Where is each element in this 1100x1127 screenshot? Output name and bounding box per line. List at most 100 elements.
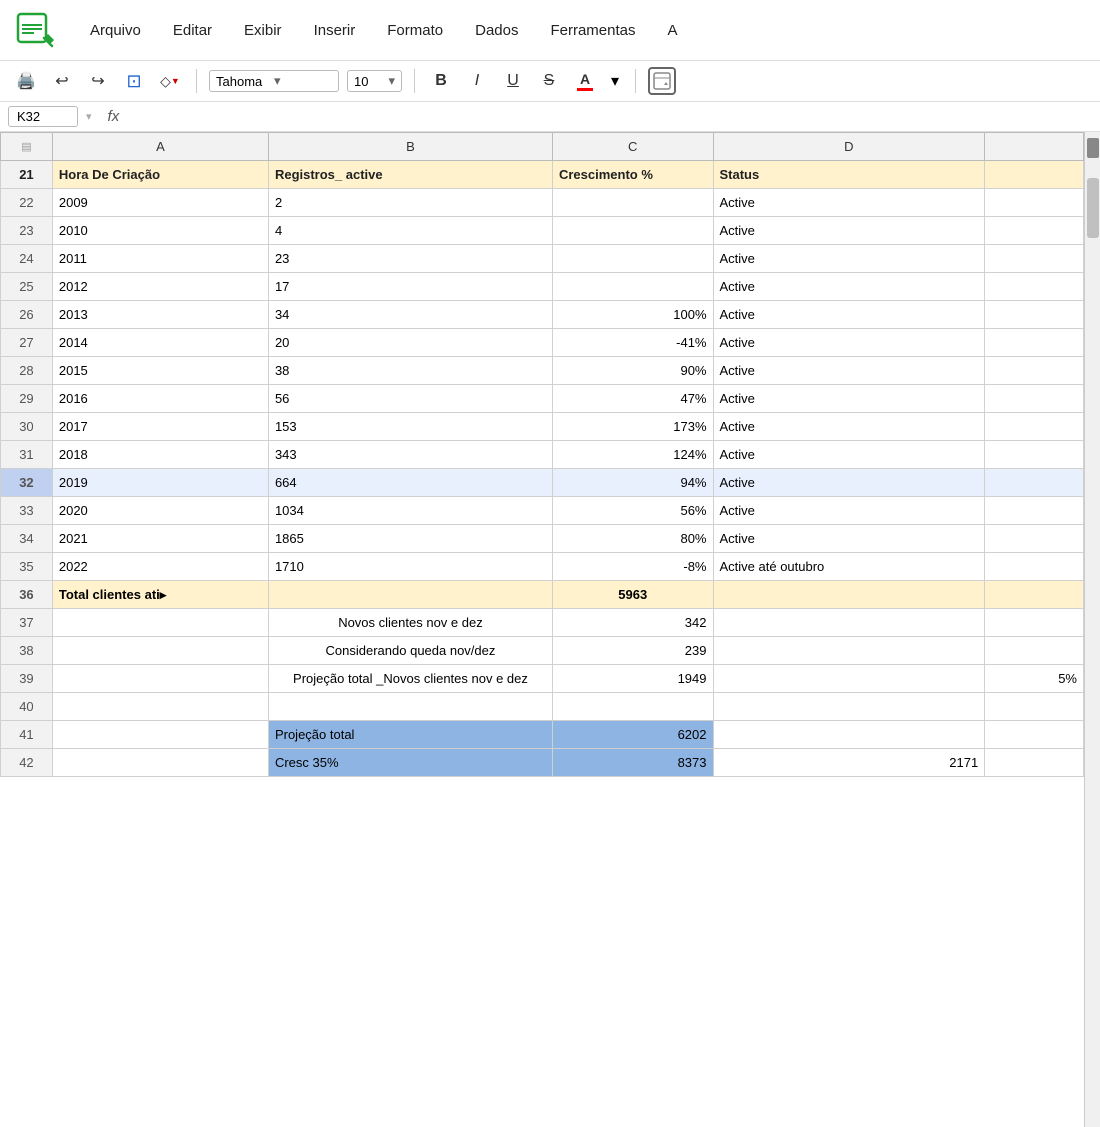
cell-d[interactable]: Active (713, 385, 985, 413)
cell-c[interactable]: 1949 (552, 665, 713, 693)
cell-e[interactable] (985, 749, 1084, 777)
font-size-selector[interactable]: 10 ▾ (347, 70, 402, 92)
cell-b[interactable]: Projeção total _Novos clientes nov e dez (268, 665, 552, 693)
cell-e[interactable] (985, 161, 1084, 189)
cell-c[interactable]: 56% (552, 497, 713, 525)
cell-a[interactable]: 2018 (52, 441, 268, 469)
cell-a[interactable]: 2016 (52, 385, 268, 413)
menu-arquivo[interactable]: Arquivo (84, 18, 147, 43)
menu-formato[interactable]: Formato (381, 18, 449, 43)
cell-c[interactable] (552, 189, 713, 217)
cell-c[interactable]: -41% (552, 329, 713, 357)
cell-e[interactable] (985, 553, 1084, 581)
formula-input[interactable] (135, 109, 1092, 124)
cell-a[interactable] (52, 609, 268, 637)
cell-d[interactable]: Active (713, 301, 985, 329)
cell-a[interactable] (52, 637, 268, 665)
cell-d[interactable]: Active (713, 413, 985, 441)
sidebar-toggle[interactable] (648, 67, 676, 95)
cell-d[interactable] (713, 665, 985, 693)
cell-d[interactable]: Active (713, 245, 985, 273)
menu-more[interactable]: A (662, 18, 684, 43)
cell-d[interactable] (713, 637, 985, 665)
cell-b[interactable]: 17 (268, 273, 552, 301)
cell-b[interactable]: 38 (268, 357, 552, 385)
cell-b[interactable]: 2 (268, 189, 552, 217)
cell-e[interactable] (985, 581, 1084, 609)
cell-a[interactable]: 2013 (52, 301, 268, 329)
cell-a[interactable]: 2011 (52, 245, 268, 273)
redo-button[interactable]: ↪ (84, 67, 112, 95)
cell-d[interactable]: Active (713, 441, 985, 469)
font-selector[interactable]: Tahoma ▾ (209, 70, 339, 92)
cell-d[interactable] (713, 609, 985, 637)
cell-c[interactable]: 90% (552, 357, 713, 385)
cell-e[interactable] (985, 329, 1084, 357)
cell-e[interactable] (985, 469, 1084, 497)
cell-a[interactable] (52, 665, 268, 693)
cell-d[interactable]: Active (713, 525, 985, 553)
cell-c[interactable]: 47% (552, 385, 713, 413)
cell-d[interactable] (713, 721, 985, 749)
cell-b[interactable]: 1865 (268, 525, 552, 553)
cell-a[interactable] (52, 721, 268, 749)
cell-d[interactable]: Active (713, 357, 985, 385)
cell-c[interactable]: -8% (552, 553, 713, 581)
menu-editar[interactable]: Editar (167, 18, 218, 43)
cell-e[interactable] (985, 721, 1084, 749)
cell-e[interactable] (985, 301, 1084, 329)
col-header-d[interactable]: D (713, 133, 985, 161)
cell-a[interactable] (52, 693, 268, 721)
cell-ref-dropdown[interactable]: ▾ (86, 110, 92, 123)
cell-c[interactable] (552, 217, 713, 245)
cell-b[interactable]: 20 (268, 329, 552, 357)
cell-b[interactable] (268, 581, 552, 609)
scroll-up-arrow[interactable] (1087, 138, 1099, 158)
cell-c[interactable]: 6202 (552, 721, 713, 749)
cell-d[interactable]: Active (713, 217, 985, 245)
underline-button[interactable]: U (499, 67, 527, 95)
cell-b[interactable]: Cresc 35% (268, 749, 552, 777)
cell-b[interactable]: 56 (268, 385, 552, 413)
cell-e[interactable] (985, 441, 1084, 469)
cell-e[interactable] (985, 217, 1084, 245)
cell-c[interactable] (552, 693, 713, 721)
cell-e[interactable] (985, 609, 1084, 637)
cell-c[interactable]: Crescimento % (552, 161, 713, 189)
cell-a[interactable] (52, 749, 268, 777)
bold-button[interactable]: B (427, 67, 455, 95)
menu-ferramentas[interactable]: Ferramentas (544, 18, 641, 43)
cell-b[interactable]: 1710 (268, 553, 552, 581)
cell-a[interactable]: 2021 (52, 525, 268, 553)
col-header-a[interactable]: A (52, 133, 268, 161)
cell-b[interactable]: Considerando queda nov/dez (268, 637, 552, 665)
scroll-thumb[interactable] (1087, 178, 1099, 238)
font-color-dropdown[interactable]: ▾ (607, 69, 623, 93)
cell-c[interactable]: 94% (552, 469, 713, 497)
print-button[interactable]: 🖨️ (12, 67, 40, 95)
menu-dados[interactable]: Dados (469, 18, 524, 43)
cell-c[interactable]: 100% (552, 301, 713, 329)
cell-b[interactable] (268, 693, 552, 721)
cell-a[interactable]: 2015 (52, 357, 268, 385)
cell-e[interactable]: 5% (985, 665, 1084, 693)
col-header-c[interactable]: C (552, 133, 713, 161)
cell-e[interactable] (985, 497, 1084, 525)
cell-b[interactable]: Registros_ active (268, 161, 552, 189)
cell-d[interactable] (713, 581, 985, 609)
italic-button[interactable]: I (463, 67, 491, 95)
cell-c[interactable]: 173% (552, 413, 713, 441)
cell-a[interactable]: 2022 (52, 553, 268, 581)
cell-a[interactable]: 2014 (52, 329, 268, 357)
cell-d[interactable]: 2171 (713, 749, 985, 777)
strikethrough-button[interactable]: S (535, 67, 563, 95)
clone-format-button[interactable]: ⊡ (120, 67, 148, 95)
cell-c[interactable] (552, 245, 713, 273)
right-scrollbar[interactable] (1084, 132, 1100, 1127)
cell-c[interactable]: 8373 (552, 749, 713, 777)
cell-e[interactable] (985, 273, 1084, 301)
cell-a[interactable]: Total clientes ati▸ (52, 581, 268, 609)
cell-e[interactable] (985, 693, 1084, 721)
cell-a[interactable]: 2009 (52, 189, 268, 217)
cell-d[interactable]: Active (713, 469, 985, 497)
